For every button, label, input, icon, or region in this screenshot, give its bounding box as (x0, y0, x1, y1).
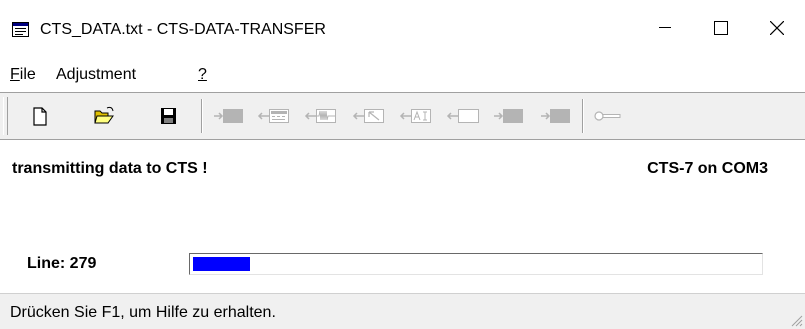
minimize-button[interactable] (637, 0, 693, 62)
send-ai-icon (399, 109, 431, 123)
send-empty-button[interactable] (446, 99, 482, 133)
toolbar-grip[interactable] (3, 97, 8, 135)
main-view: transmitting data to CTS ! CTS-7 on COM3… (0, 146, 805, 288)
menu-file-label: ile (19, 66, 36, 83)
open-button[interactable] (86, 99, 122, 133)
maximize-button[interactable] (693, 0, 749, 62)
app-icon (12, 22, 29, 37)
send-ai-button[interactable] (399, 99, 435, 133)
new-button[interactable] (22, 99, 58, 133)
send-empty-icon (446, 109, 479, 123)
line-counter: Line: 279 (27, 255, 97, 272)
toolbar-separator (201, 99, 203, 133)
key-icon (594, 111, 621, 121)
status-bar: Drücken Sie F1, um Hilfe zu erhalten. (0, 293, 805, 329)
send-waveform-button[interactable] (304, 99, 340, 133)
menu-adjustment[interactable]: Adjustment (56, 66, 136, 84)
status-hint: Drücken Sie F1, um Hilfe zu erhalten. (10, 304, 276, 321)
close-button[interactable] (749, 0, 805, 62)
transfer-status: transmitting data to CTS ! (12, 160, 208, 177)
menu-bar: File Adjustment ? (0, 62, 805, 90)
progress-fill (193, 257, 250, 271)
maximize-icon (714, 21, 728, 35)
device-port-label: CTS-7 on COM3 (647, 160, 768, 177)
transfer-progress-bar (189, 253, 763, 275)
open-folder-icon (94, 106, 114, 124)
send-form-button[interactable] (257, 99, 293, 133)
close-icon (770, 21, 784, 35)
receive-block-icon (494, 109, 523, 123)
send-block-icon (214, 109, 243, 123)
send-block-button[interactable] (212, 99, 248, 133)
save-button[interactable] (150, 99, 186, 133)
key-button[interactable] (589, 99, 625, 133)
menu-file-mnemonic: F (10, 66, 20, 83)
resize-grip-icon[interactable] (789, 313, 803, 327)
transfer-block-button[interactable] (539, 99, 575, 133)
menu-help[interactable]: ? (198, 66, 207, 84)
new-document-icon (33, 107, 47, 126)
title-bar: CTS_DATA.txt - CTS-DATA-TRANSFER (0, 0, 805, 62)
send-form-icon (257, 109, 289, 123)
toolbar (0, 92, 805, 140)
save-icon (161, 108, 176, 124)
send-cursor-button[interactable] (352, 99, 388, 133)
send-waveform-icon (304, 109, 336, 123)
transfer-block-icon (541, 109, 570, 123)
menu-file[interactable]: File (10, 66, 36, 84)
send-cursor-icon (352, 109, 384, 123)
receive-block-button[interactable] (492, 99, 528, 133)
toolbar-separator (582, 99, 584, 133)
window-title: CTS_DATA.txt - CTS-DATA-TRANSFER (40, 21, 326, 38)
minimize-icon (659, 27, 671, 28)
